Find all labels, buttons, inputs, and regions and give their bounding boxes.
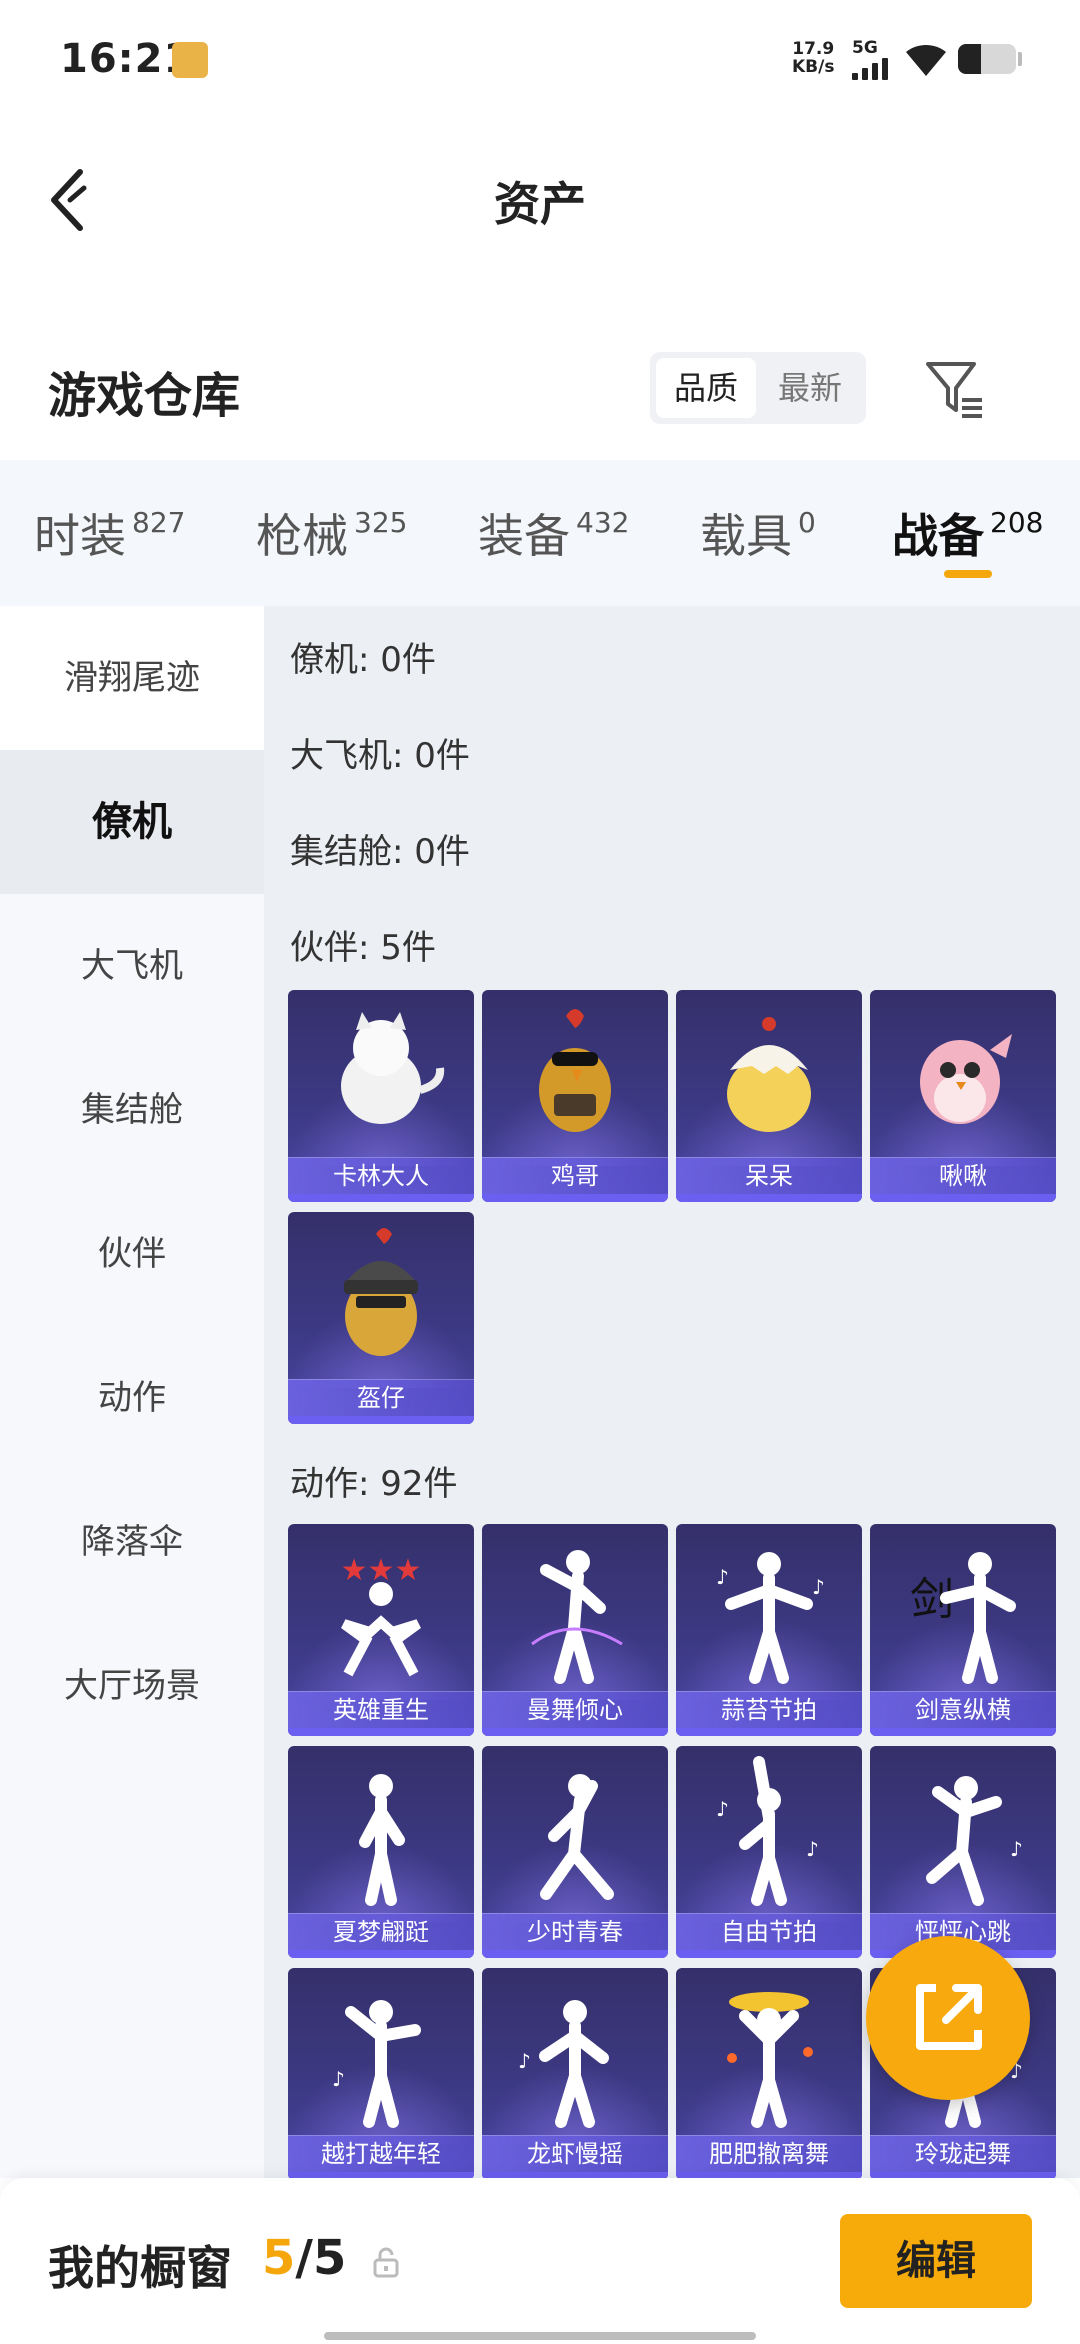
partner-card[interactable]: 啾啾	[870, 990, 1056, 1202]
category-pod-count: 集结舱: 0件	[290, 832, 470, 872]
page-title: 资产	[494, 177, 586, 231]
net-speed-unit: KB/s	[792, 57, 835, 77]
dancer-silhouette-icon: ♪♪	[716, 1552, 825, 1684]
partner-name: 呆呆	[676, 1157, 862, 1194]
tab-equipment[interactable]: 装备 432	[478, 500, 629, 566]
partner-card[interactable]: 呆呆	[676, 990, 862, 1202]
battery-icon	[958, 44, 1016, 74]
pink-bird-icon	[920, 1034, 1012, 1124]
signal-icon	[852, 58, 896, 80]
emote-card[interactable]: 曼舞倾心	[482, 1524, 668, 1736]
category-plane-count: 大飞机: 0件	[290, 736, 470, 776]
sidebar-item-pod[interactable]: 集结舱	[0, 1038, 264, 1182]
sidebar: 滑翔尾迹 僚机 大飞机 集结舱 伙伴 动作 降落伞 大厅场景	[0, 606, 264, 2178]
emote-name: 蒜苔节拍	[676, 1691, 862, 1728]
showcase-label: 我的橱窗	[48, 2241, 232, 2295]
sidebar-item-lobby-scene[interactable]: 大厅场景	[0, 1614, 264, 1758]
chicken-sunglasses-icon	[539, 1009, 611, 1132]
emote-card[interactable]: 剑 剑意纵横	[870, 1524, 1056, 1736]
sidebar-item-emote[interactable]: 动作	[0, 1326, 264, 1470]
app-notification-icon	[172, 42, 208, 78]
network-type: 5G	[852, 38, 878, 58]
partner-name: 盔仔	[288, 1379, 474, 1416]
white-cat-icon	[341, 1012, 445, 1124]
svg-text:♪: ♪	[716, 1565, 729, 1589]
emote-name: 少时青春	[482, 1913, 668, 1950]
emote-card[interactable]: ♪ 龙虾慢摇	[482, 1968, 668, 2180]
filter-icon[interactable]	[920, 354, 988, 422]
emote-card[interactable]: ♪ 怦怦心跳	[870, 1746, 1056, 1958]
emote-name: 英雄重生	[288, 1691, 474, 1728]
svg-text:♪: ♪	[518, 2049, 531, 2073]
svg-text:♪: ♪	[716, 1797, 729, 1821]
emote-name: 玲珑起舞	[870, 2135, 1056, 2172]
showcase-count: 5/5	[262, 2230, 347, 2286]
emote-card[interactable]: ♪ ♪ 蒜苔节拍	[676, 1524, 862, 1736]
dancer-silhouette-icon: ♪	[518, 2000, 609, 2128]
edit-button[interactable]: 编辑	[840, 2214, 1032, 2308]
svg-text:♪: ♪	[1010, 1837, 1023, 1861]
emote-card[interactable]: ♪ 越打越年轻	[288, 1968, 474, 2180]
dancer-silhouette-icon	[531, 1550, 623, 1684]
partner-card[interactable]: 鸡哥	[482, 990, 668, 1202]
svg-text:♪: ♪	[332, 2067, 345, 2091]
emote-card[interactable]: 肥肥撤离舞	[676, 1968, 862, 2180]
tab-battle-gear[interactable]: 战备 208	[892, 500, 1043, 566]
emote-name: 自由节拍	[676, 1913, 862, 1950]
emote-card[interactable]: 少时青春	[482, 1746, 668, 1958]
emote-card[interactable]: 夏梦翩跹	[288, 1746, 474, 1958]
net-speed-value: 17.9	[792, 39, 835, 59]
partner-name: 啾啾	[870, 1157, 1056, 1194]
sidebar-item-plane[interactable]: 大飞机	[0, 894, 264, 1038]
sort-toggle: 品质 最新	[650, 352, 866, 424]
egg-chick-icon	[727, 1017, 811, 1132]
partner-name: 卡林大人	[288, 1157, 474, 1194]
svg-text:♪: ♪	[806, 1837, 819, 1861]
tab-fashion[interactable]: 时装 827	[34, 500, 185, 566]
partner-card[interactable]: 盔仔	[288, 1212, 474, 1424]
svg-text:♪: ♪	[812, 1575, 825, 1599]
lock-icon	[373, 2247, 399, 2278]
partner-card[interactable]: 卡林大人	[288, 990, 474, 1202]
dancer-silhouette-icon	[727, 1992, 813, 2128]
emote-card[interactable]: ♪ ♪ 自由节拍	[676, 1746, 862, 1958]
category-partner-count: 伙伴: 5件	[290, 928, 436, 968]
sidebar-item-wingman[interactable]: 僚机	[0, 750, 264, 894]
category-emote-count: 动作: 92件	[290, 1464, 458, 1504]
sidebar-item-parachute[interactable]: 降落伞	[0, 1470, 264, 1614]
helmet-chick-icon	[344, 1228, 418, 1356]
dancer-silhouette-icon: 剑	[910, 1552, 1016, 1684]
wifi-icon	[906, 44, 946, 76]
sort-quality-button[interactable]: 品质	[656, 358, 756, 418]
sort-newest-button[interactable]: 最新	[760, 358, 860, 418]
dancer-silhouette-icon: ♪	[926, 1776, 1023, 1906]
emote-name: 越打越年轻	[288, 2135, 474, 2172]
category-tabs: 时装 827 枪械 325 装备 432 载具 0 战备 208	[0, 460, 1080, 606]
share-external-icon	[916, 1984, 982, 2050]
dancer-silhouette-icon: ♪	[332, 2000, 421, 2128]
tab-firearms[interactable]: 枪械 325	[256, 500, 407, 566]
sidebar-item-glide-trail[interactable]: 滑翔尾迹	[0, 606, 264, 750]
sidebar-item-partner[interactable]: 伙伴	[0, 1182, 264, 1326]
dancer-silhouette-icon	[359, 1774, 405, 1906]
net-speed: 17.9 KB/s	[792, 40, 834, 76]
active-tab-indicator	[944, 570, 992, 578]
emote-name: 龙虾慢摇	[482, 2135, 668, 2172]
emote-name: 剑意纵横	[870, 1691, 1056, 1728]
emote-name: 肥肥撤离舞	[676, 2135, 862, 2172]
section-title: 游戏仓库	[48, 368, 241, 424]
dancer-silhouette-icon: ♪♪	[716, 1756, 819, 1906]
dancer-silhouette-icon	[540, 1774, 614, 1900]
dancer-silhouette-icon: ★★★	[341, 1553, 421, 1677]
emote-name: 曼舞倾心	[482, 1691, 668, 1728]
emote-card[interactable]: ★★★ 英雄重生	[288, 1524, 474, 1736]
tab-vehicles[interactable]: 载具 0	[700, 500, 816, 566]
share-button[interactable]	[866, 1936, 1030, 2100]
home-indicator[interactable]	[324, 2332, 756, 2340]
battery-cap	[1018, 52, 1022, 66]
emote-name: 夏梦翩跹	[288, 1913, 474, 1950]
category-wingman-count: 僚机: 0件	[290, 640, 436, 680]
partner-name: 鸡哥	[482, 1157, 668, 1194]
